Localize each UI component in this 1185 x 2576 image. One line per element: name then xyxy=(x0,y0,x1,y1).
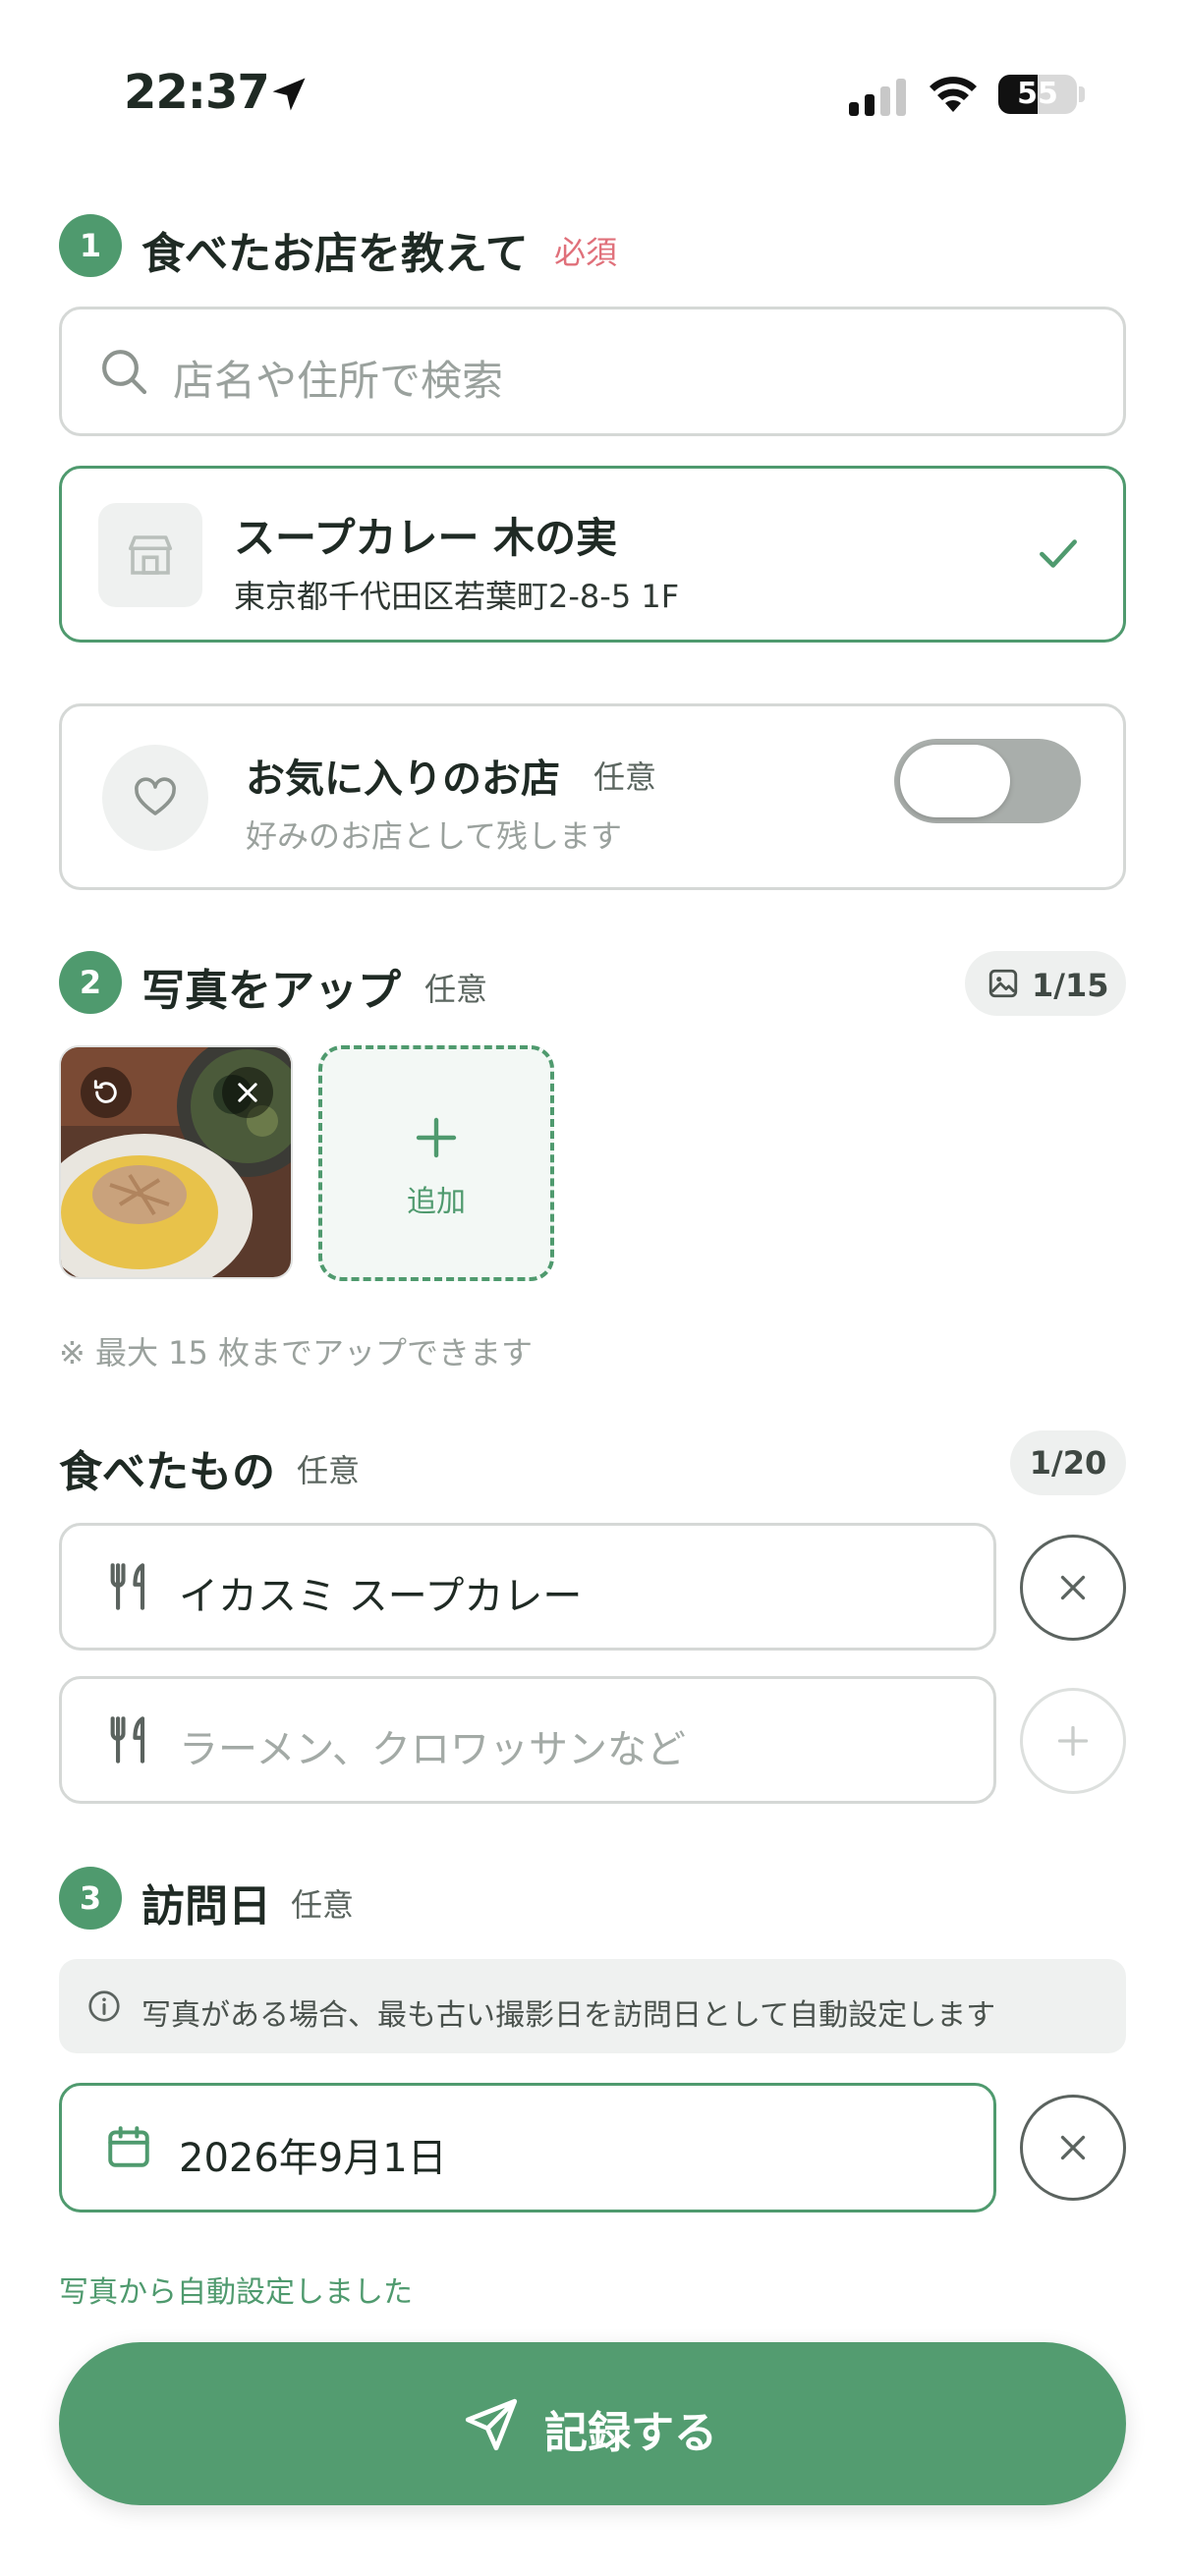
favorite-subtitle: 好みのお店として残します xyxy=(246,817,623,855)
location-arrow-icon xyxy=(272,78,306,111)
dishes-count: 1/20 xyxy=(1010,1430,1126,1495)
required-badge: 必須 xyxy=(554,234,618,271)
store-icon xyxy=(128,535,173,575)
send-icon xyxy=(465,2398,518,2451)
battery-level: 55 xyxy=(1017,77,1058,111)
visit-date-value: 2026年9月1日 xyxy=(179,2136,447,2181)
check-icon xyxy=(1040,539,1077,568)
search-icon xyxy=(102,350,147,395)
section-2-title: 写真をアップ xyxy=(141,966,401,1016)
battery-cap xyxy=(1079,86,1085,102)
submit-label: 記録する xyxy=(544,2408,717,2458)
utensils-icon xyxy=(110,1563,145,1610)
dishes-optional-badge: 任意 xyxy=(297,1452,361,1489)
image-icon xyxy=(988,969,1018,998)
info-icon xyxy=(88,1990,120,2022)
photo-count: 1/15 xyxy=(1032,967,1109,1004)
favorite-title: お気に入りのお店 xyxy=(246,756,560,802)
dish-input-1-value: イカスミ スープカレー xyxy=(179,1574,583,1619)
close-icon xyxy=(1060,1575,1086,1600)
add-photo-label: 追加 xyxy=(407,1185,466,1219)
photo-limit-note: ※ 最大 15 枚までアップできます xyxy=(59,1334,534,1372)
visit-optional-badge: 任意 xyxy=(291,1886,355,1924)
store-name: スープカレー 木の実 xyxy=(234,514,618,562)
favorite-optional-badge: 任意 xyxy=(593,758,657,796)
dishes-title: 食べたもの xyxy=(59,1447,275,1497)
add-photo-button[interactable] xyxy=(318,1045,554,1281)
wifi-icon xyxy=(930,77,977,112)
toggle-knob xyxy=(900,745,1010,817)
status-time: 22:37 xyxy=(124,65,270,120)
section-1-title: 食べたお店を教えて xyxy=(141,229,529,279)
search-placeholder: 店名や住所で検索 xyxy=(173,357,504,405)
step-2-badge: 2 xyxy=(59,951,122,1014)
plus-icon xyxy=(1057,1725,1089,1757)
cellular-signal-icon xyxy=(849,79,906,116)
rotate-icon xyxy=(93,1080,117,1103)
close-icon xyxy=(238,1083,257,1102)
section-3-title: 訪問日 xyxy=(141,1881,271,1932)
store-address: 東京都千代田区若葉町2-8-5 1F xyxy=(234,578,680,615)
date-info-text: 写真がある場合、最も古い撮影日を訪問日として自動設定します xyxy=(141,1998,996,2033)
utensils-icon xyxy=(110,1716,145,1764)
plus-icon xyxy=(416,1117,457,1158)
photo-optional-badge: 任意 xyxy=(424,971,488,1008)
step-1-badge: 1 xyxy=(59,214,122,277)
auto-date-note: 写真から自動設定しました xyxy=(59,2275,413,2310)
heart-icon xyxy=(135,777,176,815)
close-icon xyxy=(1060,2135,1086,2160)
step-3-badge: 3 xyxy=(59,1867,122,1930)
dish-input-2-placeholder: ラーメン、クロワッサンなど xyxy=(179,1727,686,1772)
calendar-icon xyxy=(108,2126,149,2167)
